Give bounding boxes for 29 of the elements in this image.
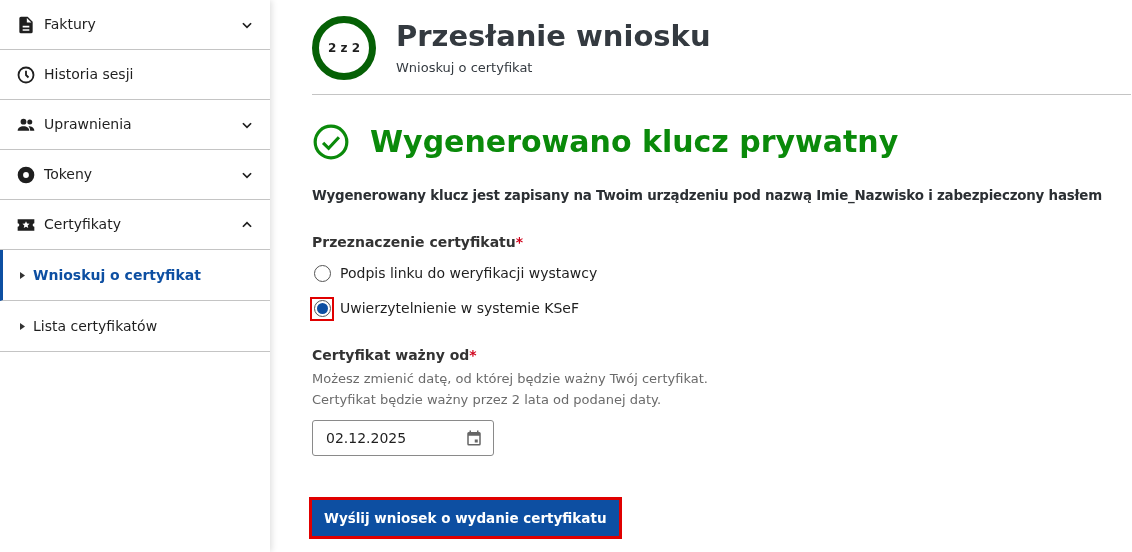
radio-button[interactable] [312, 298, 332, 319]
date-input[interactable]: 02.12.2025 [326, 427, 446, 449]
step-indicator: 2 z 2 [312, 16, 376, 80]
valid-from-label: Certyfikat ważny od* [312, 346, 478, 366]
nav-subitem[interactable]: Lista certyfikatów [0, 301, 270, 352]
nav-item[interactable]: Certyfikaty [0, 200, 270, 250]
check-circle-icon [312, 122, 350, 161]
clock-icon [16, 64, 36, 85]
radio-button[interactable] [312, 263, 332, 284]
nav-subitem[interactable]: Wnioskuj o certyfikat [0, 250, 270, 301]
nav-item[interactable]: Historia sesji [0, 50, 270, 100]
success-title: Wygenerowano klucz prywatny [370, 123, 899, 161]
page-title: Przesłanie wniosku [396, 18, 711, 55]
radio-option[interactable]: Podpis linku do weryfikacji wystawcy [312, 263, 1132, 285]
nav-item[interactable]: Tokeny [0, 150, 270, 200]
radio-option[interactable]: Uwierzytelnienie w systemie KSeF [312, 298, 1132, 320]
nav-item[interactable]: Faktury [0, 0, 270, 50]
nav-item[interactable]: Uprawnienia [0, 100, 270, 150]
triangle-icon [20, 271, 25, 279]
purpose-label: Przeznaczenie certyfikatu* [312, 233, 525, 253]
disc-icon [16, 164, 36, 185]
valid-from-hint: Możesz zmienić datę, od której będzie ważny Twój certyfikat. Certyfikat będzie ważny przez 2 lata od podanej daty. [312, 370, 709, 410]
triangle-icon [20, 322, 25, 330]
page-subtitle: Wnioskuj o certyfikat [396, 59, 534, 78]
success-message: Wygenerowany klucz jest zapisany na Twoim urządzeniu pod nazwą Imie_Nazwisko i zabezpieczony hasłem [312, 187, 1103, 206]
submit-button[interactable]: Wyślij wniosek o wydanie certyfikatu [312, 500, 619, 537]
document-icon [16, 14, 36, 35]
date-field[interactable]: 02.12.2025 [312, 420, 494, 457]
calendar-icon[interactable] [465, 429, 483, 448]
